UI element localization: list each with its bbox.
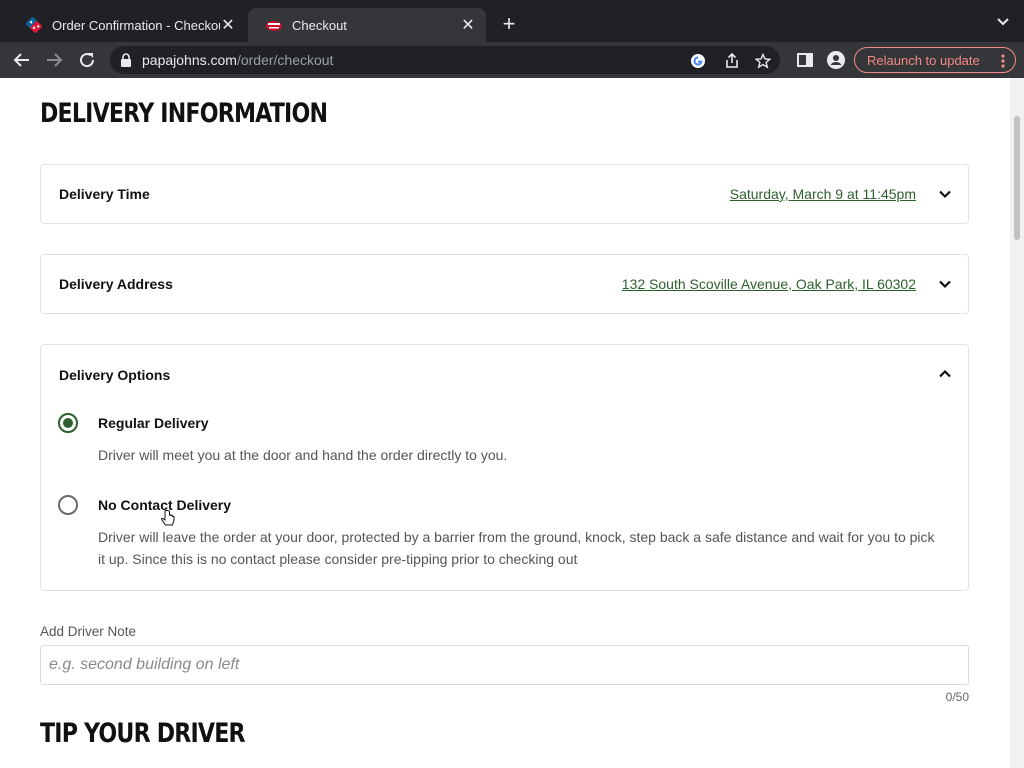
reload-icon[interactable] [77,50,97,70]
back-arrow-icon[interactable] [12,50,32,70]
share-icon[interactable] [724,52,740,74]
chevron-up-icon[interactable] [938,367,952,381]
delivery-address-link[interactable]: 132 South Scoville Avenue, Oak Park, IL … [622,276,916,292]
page-scrollbar[interactable] [1010,78,1024,768]
address-bar[interactable]: papajohns.com/order/checkout [110,46,780,74]
delivery-options-card: Delivery Options Regular Delivery Driver… [40,344,969,591]
driver-note-label: Add Driver Note [40,624,137,639]
scrollbar-thumb[interactable] [1014,116,1020,240]
delivery-time-link[interactable]: Saturday, March 9 at 11:45pm [730,186,916,202]
no-contact-delivery-radio[interactable] [58,495,78,515]
chevron-down-icon[interactable] [938,277,952,291]
browser-tab-order-confirmation[interactable]: Order Confirmation - Checkout ✕ [8,8,246,42]
checkout-page: DELIVERY INFORMATION Delivery Time Satur… [0,78,1010,768]
tab-search-chevron-icon[interactable] [996,14,1010,33]
close-tab-icon[interactable]: ✕ [220,15,236,35]
browser-tab-bar: Order Confirmation - Checkout ✕ Checkout… [0,0,1024,42]
forward-arrow-icon[interactable] [44,50,64,70]
delivery-time-card[interactable]: Delivery Time Saturday, March 9 at 11:45… [40,164,969,224]
new-tab-plus-icon[interactable]: + [497,13,521,35]
relaunch-to-update-button[interactable]: Relaunch to update [854,47,1016,73]
delivery-information-heading: DELIVERY INFORMATION [40,98,328,129]
tab-title: Checkout [292,17,347,33]
no-contact-delivery-description: Driver will leave the order at your door… [98,529,935,567]
profile-avatar-icon[interactable] [826,50,846,70]
tip-your-driver-heading: TIP YOUR DRIVER [40,718,246,749]
lock-icon [120,53,132,72]
bookmark-star-icon[interactable] [754,52,772,74]
browser-toolbar: papajohns.com/order/checkout Relaunch to… [0,42,1024,78]
chevron-down-icon[interactable] [938,187,952,201]
side-panel-icon[interactable] [795,50,815,70]
driver-note-char-counter: 0/50 [945,690,969,704]
delivery-time-label: Delivery Time [59,186,150,202]
regular-delivery-title[interactable]: Regular Delivery [98,415,209,431]
delivery-address-card[interactable]: Delivery Address 132 South Scoville Aven… [40,254,969,314]
close-tab-icon[interactable]: ✕ [460,15,476,35]
tab-title: Order Confirmation - Checkout [52,17,220,33]
regular-delivery-description: Driver will meet you at the door and han… [98,447,508,463]
delivery-options-label: Delivery Options [59,367,171,383]
dominos-icon [25,16,43,34]
papajohns-icon [266,17,282,33]
browser-tab-checkout[interactable]: Checkout ✕ [248,8,486,42]
regular-delivery-radio[interactable] [58,413,78,433]
google-lens-icon[interactable] [690,53,706,74]
url-text: papajohns.com/order/checkout [142,52,334,68]
hand-cursor-icon [161,509,175,533]
browser-menu-icon[interactable] [1001,53,1005,72]
driver-note-input[interactable] [40,645,969,685]
delivery-address-label: Delivery Address [59,276,173,292]
